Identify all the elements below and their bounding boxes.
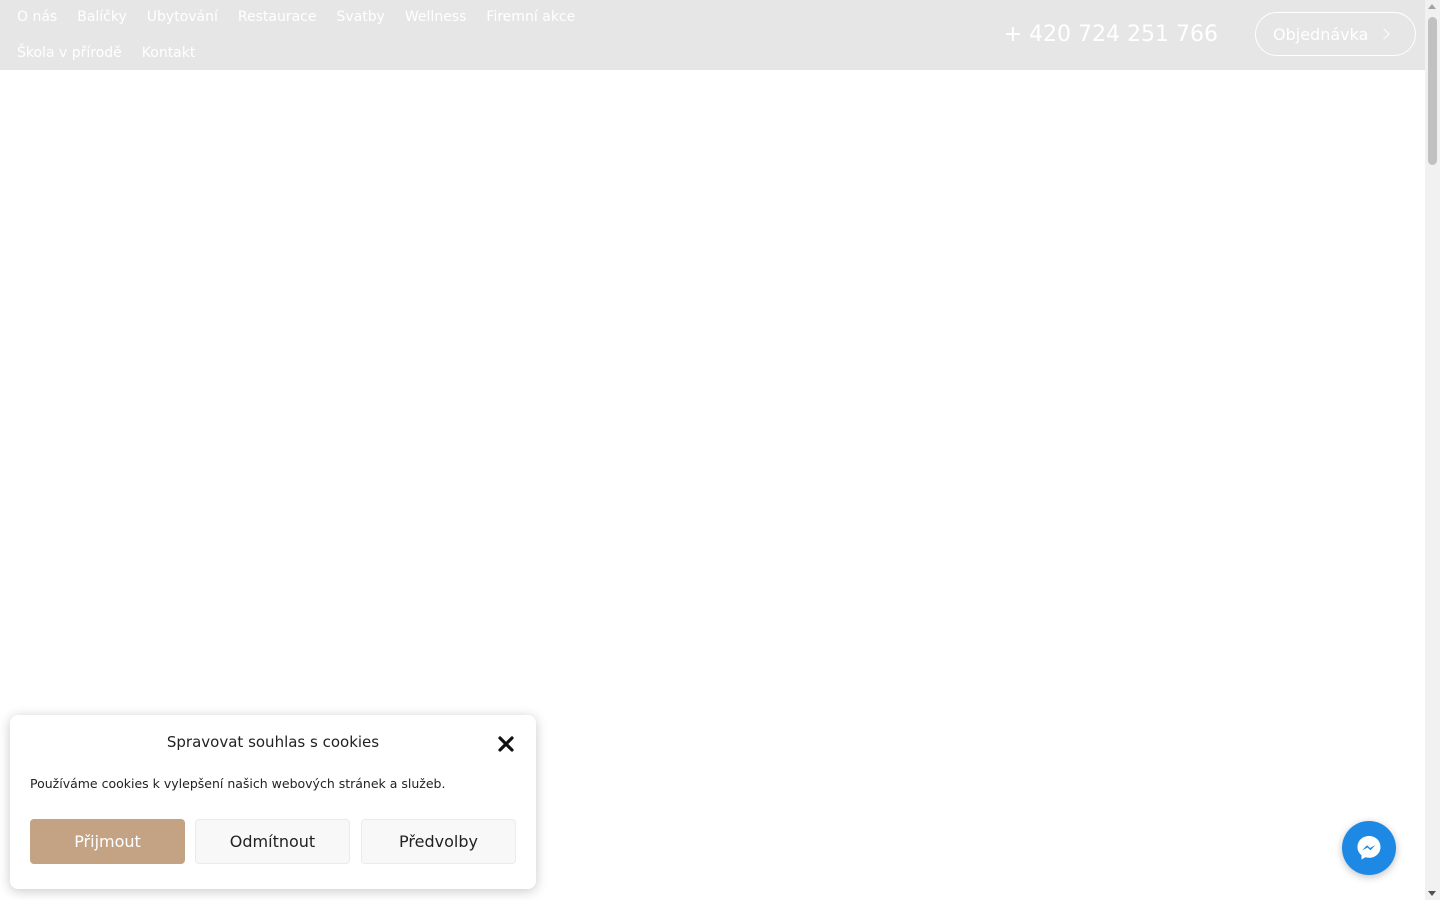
messenger-chat-button[interactable] [1342,821,1396,875]
nav-item-firemni-akce[interactable]: Firemní akce [486,7,575,27]
scroll-up-arrow-icon[interactable] [1428,4,1436,9]
scrollbar-thumb[interactable] [1428,17,1437,165]
nav-item-ubytovani[interactable]: Ubytování [147,7,218,27]
nav-item-restaurace[interactable]: Restaurace [238,7,317,27]
cookie-preferences-button[interactable]: Předvolby [361,819,516,864]
order-button-label: Objednávka [1273,24,1369,44]
close-icon[interactable] [496,734,516,754]
cookie-dialog-title: Spravovat souhlas s cookies [166,733,380,751]
nav-item-o-nas[interactable]: O nás [17,7,57,27]
nav-item-balicky[interactable]: Balíčky [77,7,127,27]
scroll-down-arrow-icon[interactable] [1428,891,1436,896]
main-nav-row-1: O nás Balíčky Ubytování Restaurace Svatb… [17,7,595,27]
deny-cookies-button[interactable]: Odmítnout [195,819,350,864]
order-button[interactable]: Objednávka [1255,12,1416,56]
accept-cookies-button[interactable]: Přijmout [30,819,185,864]
cookie-dialog-text: Používáme cookies k vylepšení našich web… [30,776,446,791]
nav-item-svatby[interactable]: Svatby [336,7,384,27]
cookie-consent-dialog: Spravovat souhlas s cookies Používáme co… [10,715,536,889]
nav-item-kontakt[interactable]: Kontakt [142,43,196,63]
vertical-scrollbar[interactable] [1425,0,1440,900]
site-header: O nás Balíčky Ubytování Restaurace Svatb… [0,0,1425,70]
messenger-icon [1357,836,1381,860]
chevron-right-icon [1378,28,1391,40]
phone-link[interactable]: + 420 724 251 766 [1004,21,1218,49]
page: O nás Balíčky Ubytování Restaurace Svatb… [0,0,1440,900]
nav-item-skola-v-prirode[interactable]: Škola v přírodě [17,43,122,63]
nav-item-wellness[interactable]: Wellness [405,7,467,27]
main-nav-row-2: Škola v přírodě Kontakt [17,43,215,63]
